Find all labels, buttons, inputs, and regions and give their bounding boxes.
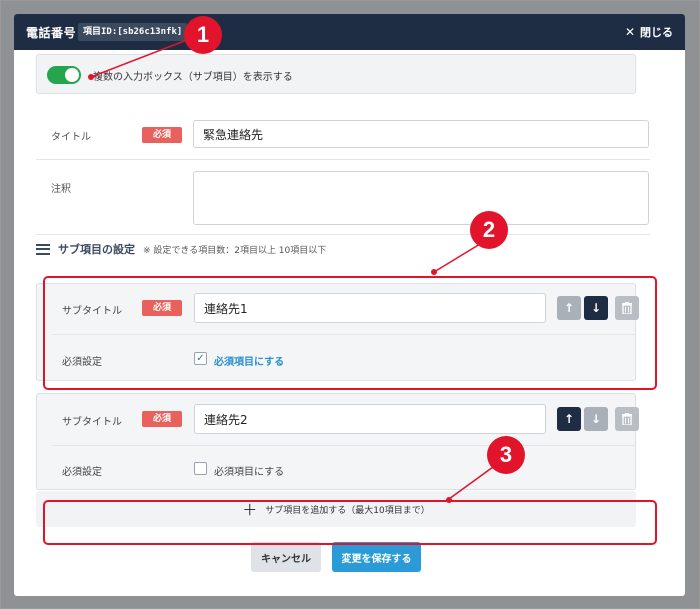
callout-2-box	[43, 276, 657, 390]
callout-2-dot	[431, 269, 437, 275]
callout-1-dot	[88, 74, 94, 80]
callout-2-badge: 2	[470, 211, 508, 249]
callout-1-badge: 1	[184, 16, 222, 54]
callout-3-dot	[446, 497, 452, 503]
callout-3-box	[43, 500, 657, 545]
callout-3-badge: 3	[487, 436, 525, 474]
